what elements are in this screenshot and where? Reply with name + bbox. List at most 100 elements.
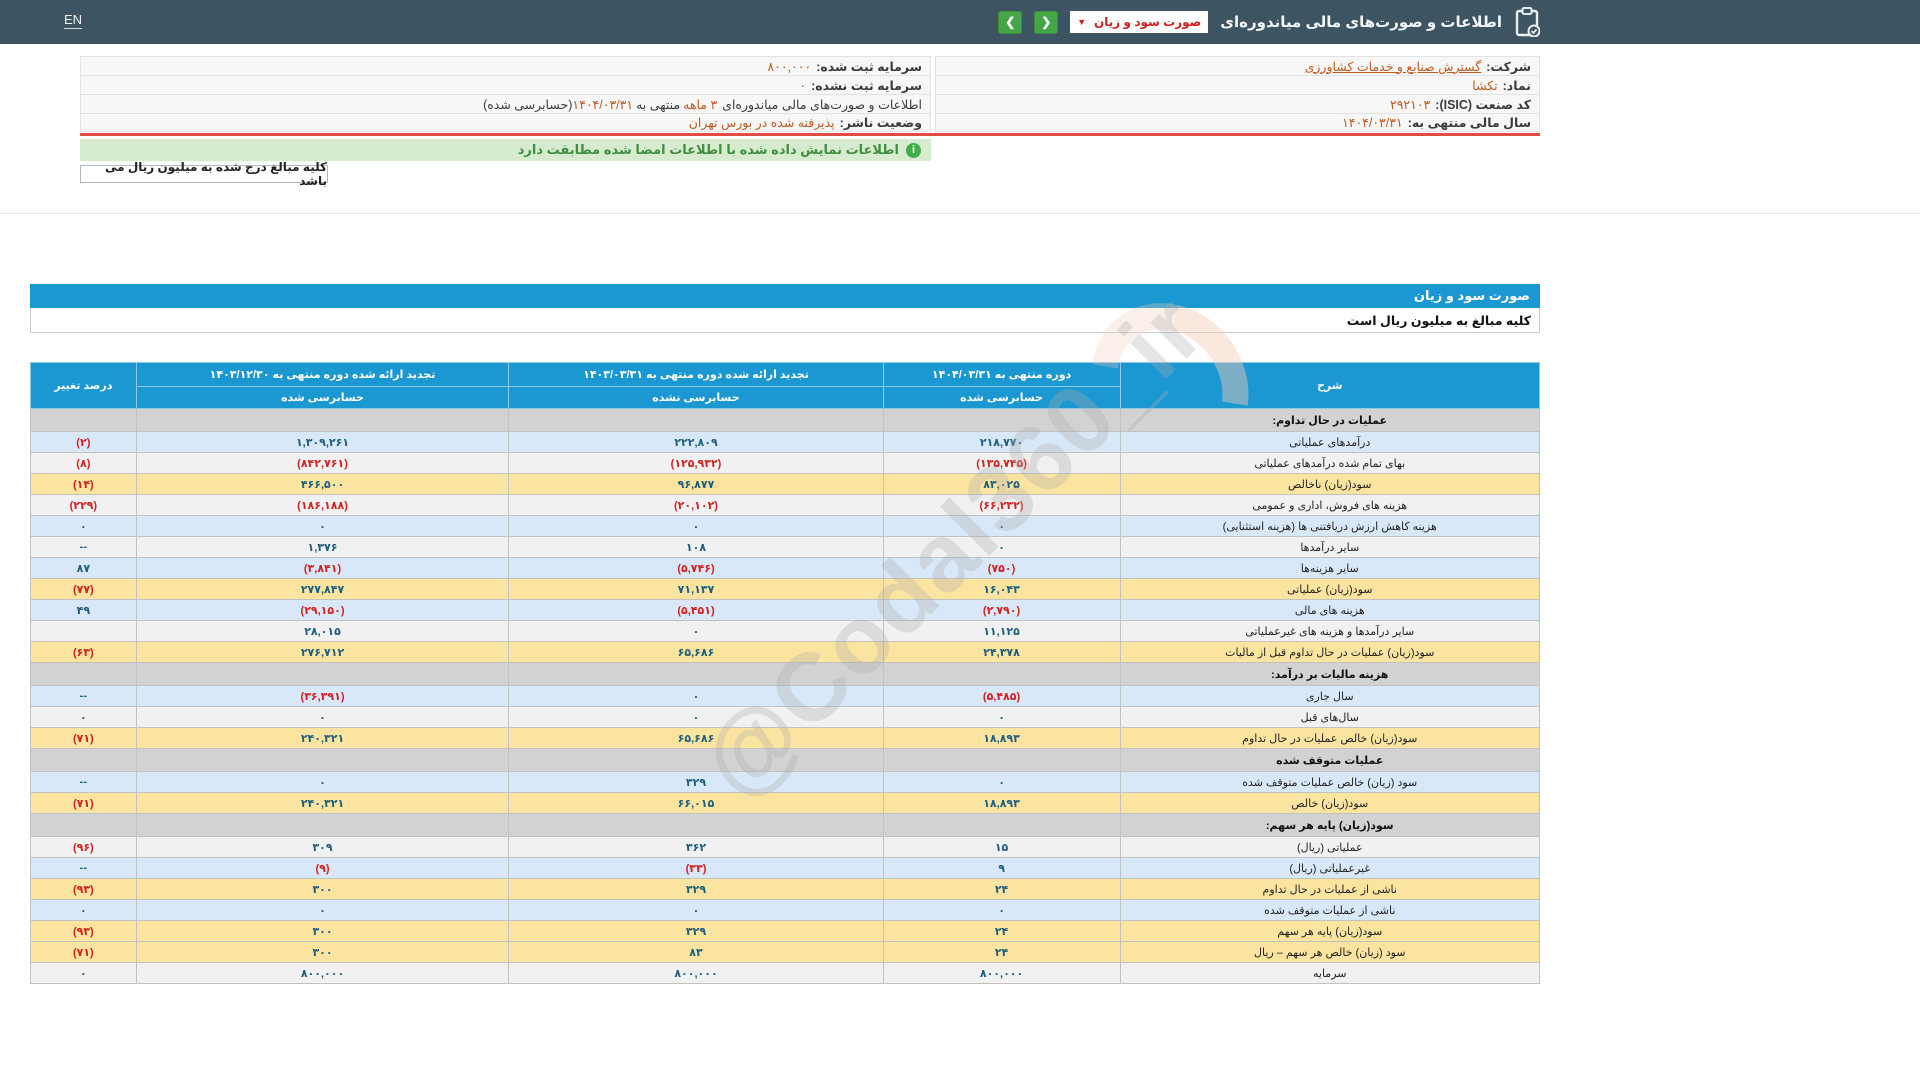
cell-current: ۱۵ <box>882 836 1121 858</box>
listing-status-label: وضعیت ناشر: <box>839 116 922 130</box>
symbol-value: تکشا <box>1472 78 1498 93</box>
cell-restated-quarter: ۰ <box>508 706 884 728</box>
fiscal-year-label: سال مالی منتهی به: <box>1407 116 1531 130</box>
cell-restated-year: ۱,۳۰۹,۲۶۱ <box>135 431 510 453</box>
table-row: سود(زیان) عملیات در حال تداوم قبل از مال… <box>30 641 1540 663</box>
cell-change: (۶۳) <box>30 641 137 663</box>
cell-restated-year: ۳۰۰ <box>135 920 510 942</box>
isic-label: کد صنعت (ISIC): <box>1435 97 1531 112</box>
cell-restated-quarter: (۳۳) <box>508 857 884 879</box>
cell-restated-year: (۳,۸۴۱) <box>135 557 510 579</box>
cell-restated-quarter <box>508 748 884 772</box>
header-current-period: دوره منتهی به ۱۴۰۴/۰۳/۳۱ <box>882 362 1121 387</box>
cell-change: ۸۷ <box>30 557 137 579</box>
cell-restated-quarter: (۲۰,۱۰۲) <box>508 494 884 516</box>
period-pre: اطلاعات و صورت‌های مالی میاندوره‌ای <box>722 97 922 112</box>
report-type-dropdown-value: صورت سود و زیان <box>1094 15 1202 29</box>
table-row: سود(زیان) ناخالص ۸۳,۰۲۵ ۹۶,۸۷۷ ۴۶۶,۵۰۰ (۱۴) <box>30 473 1540 495</box>
company-name-link[interactable]: گسترش صنایع و خدمات کشاورزی <box>1305 59 1482 74</box>
next-report-button[interactable]: ❯ <box>1034 10 1059 34</box>
cell-current: ۲۴,۳۷۸ <box>882 641 1121 663</box>
cell-restated-year: (۲۹,۱۵۰) <box>135 599 510 621</box>
cell-current: ۲۱۸,۷۷۰ <box>882 431 1121 453</box>
cell-restated-year: ۴۶۶,۵۰۰ <box>135 473 510 495</box>
cell-current: ۲۴ <box>882 920 1121 942</box>
cell-restated-quarter: ۰ <box>508 620 884 642</box>
cell-restated-year <box>135 748 510 772</box>
cell-change: (۲) <box>30 431 137 453</box>
cell-restated-quarter: ۶۵,۶۸۶ <box>508 727 884 749</box>
statement-title-bar: صورت سود و زیان <box>30 284 1540 308</box>
listing-status-value: پذیرفته شده در بورس تهران <box>688 116 835 130</box>
row-label: سود(زیان) پایه هر سهم: <box>1119 813 1540 837</box>
cell-restated-quarter: ۳۲۹ <box>508 878 884 900</box>
header-description: شرح <box>1119 362 1540 409</box>
table-row: ناشی از عملیات متوقف شده ۰ ۰ ۰ ۰ <box>30 899 1540 921</box>
header-current-audit: حسابرسی شده <box>882 386 1121 409</box>
table-row: هزینه کاهش ارزش دریافتنی ها (هزینه استثن… <box>30 515 1540 537</box>
period-mid: منتهی به <box>636 97 681 112</box>
cell-restated-year: ۲۸,۰۱۵ <box>135 620 510 642</box>
row-label: سود(زیان) خالص عملیات در حال تداوم <box>1119 727 1540 749</box>
cell-current: ۸۰۰,۰۰۰ <box>882 962 1121 984</box>
cell-restated-year: (۸۴۲,۷۶۱) <box>135 452 510 474</box>
page-title: اطلاعات و صورت‌های مالی میاندوره‌ای <box>1220 14 1502 31</box>
row-label: عملیاتی (ریال) <box>1119 836 1540 858</box>
cell-restated-quarter: (۵,۷۴۶) <box>508 557 884 579</box>
row-label: سال جاری <box>1119 685 1540 707</box>
cell-current <box>882 748 1121 772</box>
cell-current: (۲,۷۹۰) <box>882 599 1121 621</box>
row-label: هزینه های فروش، اداری و عمومی <box>1119 494 1540 516</box>
cell-restated-quarter: (۵,۴۵۱) <box>508 599 884 621</box>
red-divider <box>80 133 1540 136</box>
cell-change: (۹۶) <box>30 836 137 858</box>
table-row: سود(زیان) خالص عملیات در حال تداوم ۱۸,۸۹۳… <box>30 727 1540 749</box>
cell-current: ۸۳,۰۲۵ <box>882 473 1121 495</box>
cell-change: ۰ <box>30 706 137 728</box>
table-row: سود(زیان) عملیاتی ۱۶,۰۴۳ ۷۱,۱۳۷ ۲۷۷,۸۴۷ (۷۷) <box>30 578 1540 600</box>
cell-current: ۰ <box>882 515 1121 537</box>
cell-restated-year: ۱,۳۷۶ <box>135 536 510 558</box>
row-label: درآمدهای عملیاتی <box>1119 431 1540 453</box>
table-row: سایر درآمدها و هزینه های غیرعملیاتی ۱۱,۱۲… <box>30 620 1540 642</box>
cell-restated-quarter <box>508 813 884 837</box>
row-label: سود(زیان) عملیات در حال تداوم قبل از مال… <box>1119 641 1540 663</box>
cell-current: ۲۴ <box>882 941 1121 963</box>
cell-current: (۱۳۵,۷۴۵) <box>882 452 1121 474</box>
table-row: سایر درآمدها ۰ ۱۰۸ ۱,۳۷۶ -- <box>30 536 1540 558</box>
cell-change: (۹۳) <box>30 920 137 942</box>
cell-change: ۰ <box>30 515 137 537</box>
cell-change: -- <box>30 771 137 793</box>
cell-change: (۷۷) <box>30 578 137 600</box>
header-restated-quarter: تجدید ارائه شده دوره منتهی به ۱۴۰۳/۰۳/۳۱ <box>508 362 884 387</box>
row-label: سود(زیان) خالص <box>1119 792 1540 814</box>
cell-current: ۹ <box>882 857 1121 879</box>
previous-report-button[interactable]: ❮ <box>998 10 1023 34</box>
row-label: سال‌های قبل <box>1119 706 1540 728</box>
cell-restated-year <box>135 662 510 686</box>
table-row: سال‌های قبل ۰ ۰ ۰ ۰ <box>30 706 1540 728</box>
language-switch-en[interactable]: EN <box>64 12 83 29</box>
cell-change: -- <box>30 857 137 879</box>
amounts-unit-note-box: کلیه مبالغ درج شده به میلیون ریال می باش… <box>80 160 328 188</box>
cell-change: ۰ <box>30 962 137 984</box>
row-label: سایر هزینه‌ها <box>1119 557 1540 579</box>
table-row: سود (زیان) خالص هر سهم – ریال ۲۴ ۸۳ ۳۰۰ (۷۱) <box>30 941 1540 963</box>
table-row: سود(زیان) پایه هر سهم ۲۴ ۳۲۹ ۳۰۰ (۹۳) <box>30 920 1540 942</box>
cell-restated-quarter: ۰ <box>508 685 884 707</box>
cell-change: (۱۴) <box>30 473 137 495</box>
row-label: سایر درآمدها <box>1119 536 1540 558</box>
table-row: سایر هزینه‌ها (۷۵۰) (۵,۷۴۶) (۳,۸۴۱) ۸۷ <box>30 557 1540 579</box>
unregistered-capital-label: سرمایه ثبت نشده: <box>811 78 922 93</box>
page: EN اطلاعات و صورت‌های مالی میاندوره‌ای ص… <box>0 0 1920 1080</box>
table-row: بهای تمام شده درآمدهای عملیاتی (۱۳۵,۷۴۵)(… <box>30 452 1540 474</box>
row-label: هزینه های مالی <box>1119 599 1540 621</box>
cell-current <box>882 408 1121 432</box>
statement-table-body: عملیات در حال تداوم: درآمدهای عملیاتی ۲۱۸,… <box>30 408 1540 984</box>
cell-restated-quarter: ۶۶,۰۱۵ <box>508 792 884 814</box>
cell-restated-year: ۰ <box>135 771 510 793</box>
cell-restated-quarter: ۶۵,۶۸۶ <box>508 641 884 663</box>
cell-change: (۸) <box>30 452 137 474</box>
report-type-dropdown[interactable]: صورت سود و زیان ▼ <box>1070 11 1209 33</box>
cell-restated-year: ۰ <box>135 706 510 728</box>
